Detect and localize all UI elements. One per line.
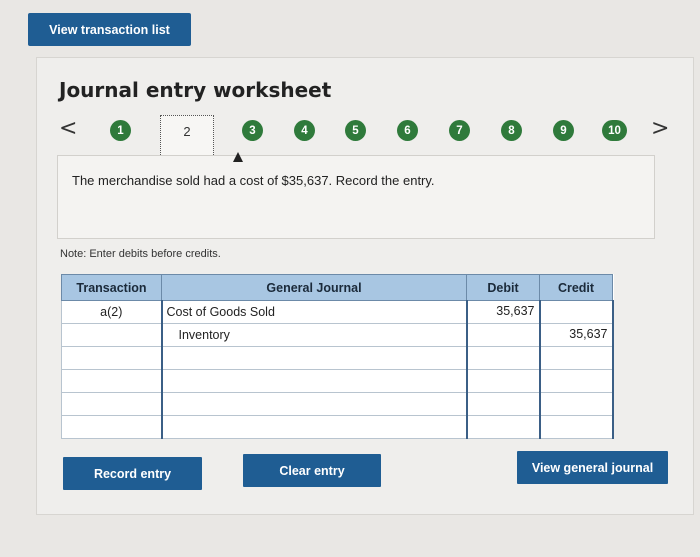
clear-entry-button[interactable]: Clear entry — [243, 454, 381, 487]
credit-cell[interactable] — [539, 392, 614, 416]
step-2-current[interactable]: 2 — [160, 115, 214, 159]
mouse-cursor-icon — [233, 152, 243, 162]
step-1[interactable]: 1 — [110, 120, 131, 141]
credit-cell[interactable] — [539, 300, 614, 324]
table-row — [61, 346, 614, 370]
step-3[interactable]: 3 — [242, 120, 263, 141]
debit-cell[interactable] — [466, 323, 541, 347]
step-6[interactable]: 6 — [397, 120, 418, 141]
view-general-journal-button[interactable]: View general journal — [517, 451, 668, 484]
entry-description: The merchandise sold had a cost of $35,6… — [57, 155, 655, 239]
table-row: a(2) Cost of Goods Sold 35,637 — [61, 300, 614, 324]
account-cell[interactable] — [160, 392, 468, 416]
table-row — [61, 369, 614, 393]
transaction-cell[interactable] — [61, 415, 162, 439]
step-9[interactable]: 9 — [553, 120, 574, 141]
transaction-cell[interactable] — [61, 392, 162, 416]
prev-arrow-icon[interactable]: < — [59, 116, 77, 141]
step-5[interactable]: 5 — [345, 120, 366, 141]
record-entry-button[interactable]: Record entry — [63, 457, 202, 490]
description-text: The merchandise sold had a cost of $35,6… — [72, 173, 435, 188]
account-cell[interactable]: Cost of Goods Sold — [160, 300, 468, 324]
debit-cell[interactable] — [466, 415, 541, 439]
table-row — [61, 392, 614, 416]
debit-cell[interactable] — [466, 392, 541, 416]
debit-cell[interactable]: 35,637 — [466, 300, 541, 324]
header-transaction: Transaction — [61, 274, 162, 301]
next-arrow-icon[interactable]: > — [651, 116, 669, 141]
credit-cell[interactable]: 35,637 — [539, 323, 614, 347]
account-cell[interactable]: Inventory — [160, 323, 468, 347]
journal-worksheet-panel: Journal entry worksheet < 1 2 3 4 5 6 7 … — [36, 57, 694, 515]
transaction-cell[interactable] — [61, 369, 162, 393]
account-cell[interactable] — [160, 415, 468, 439]
journal-table: Transaction General Journal Debit Credit… — [61, 274, 614, 439]
transaction-cell[interactable] — [61, 346, 162, 370]
transaction-cell[interactable]: a(2) — [61, 300, 162, 324]
step-7[interactable]: 7 — [449, 120, 470, 141]
step-10[interactable]: 10 — [602, 120, 627, 141]
credit-cell[interactable] — [539, 369, 614, 393]
step-4[interactable]: 4 — [294, 120, 315, 141]
debit-cell[interactable] — [466, 346, 541, 370]
debits-note: Note: Enter debits before credits. — [60, 248, 221, 260]
credit-cell[interactable] — [539, 346, 614, 370]
view-transaction-list-button[interactable]: View transaction list — [28, 13, 191, 46]
transaction-cell[interactable] — [61, 323, 162, 347]
header-general-journal: General Journal — [161, 274, 467, 301]
table-row: Inventory 35,637 — [61, 323, 614, 347]
account-cell[interactable] — [160, 346, 468, 370]
step-8[interactable]: 8 — [501, 120, 522, 141]
credit-cell[interactable] — [539, 415, 614, 439]
debit-cell[interactable] — [466, 369, 541, 393]
header-debit: Debit — [466, 274, 540, 301]
account-cell[interactable] — [160, 369, 468, 393]
worksheet-title: Journal entry worksheet — [59, 78, 332, 102]
header-credit: Credit — [539, 274, 613, 301]
table-row — [61, 415, 614, 439]
